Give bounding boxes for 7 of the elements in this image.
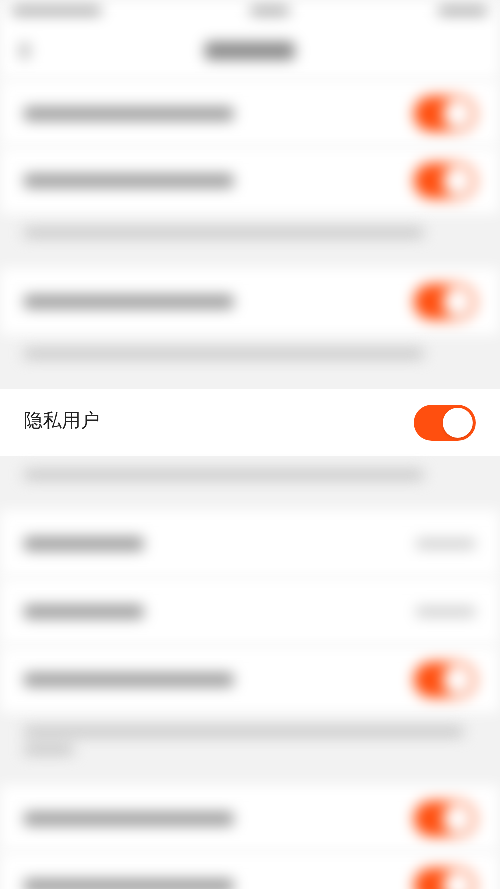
toggle-switch[interactable] (414, 404, 476, 440)
toggle-switch[interactable] (414, 662, 476, 698)
toggle-switch[interactable] (414, 162, 476, 198)
setting-label: 隐私用户 (24, 410, 100, 434)
toggle-switch[interactable] (414, 96, 476, 132)
toggle-switch[interactable] (414, 284, 476, 320)
toggle-switch[interactable] (414, 800, 476, 836)
